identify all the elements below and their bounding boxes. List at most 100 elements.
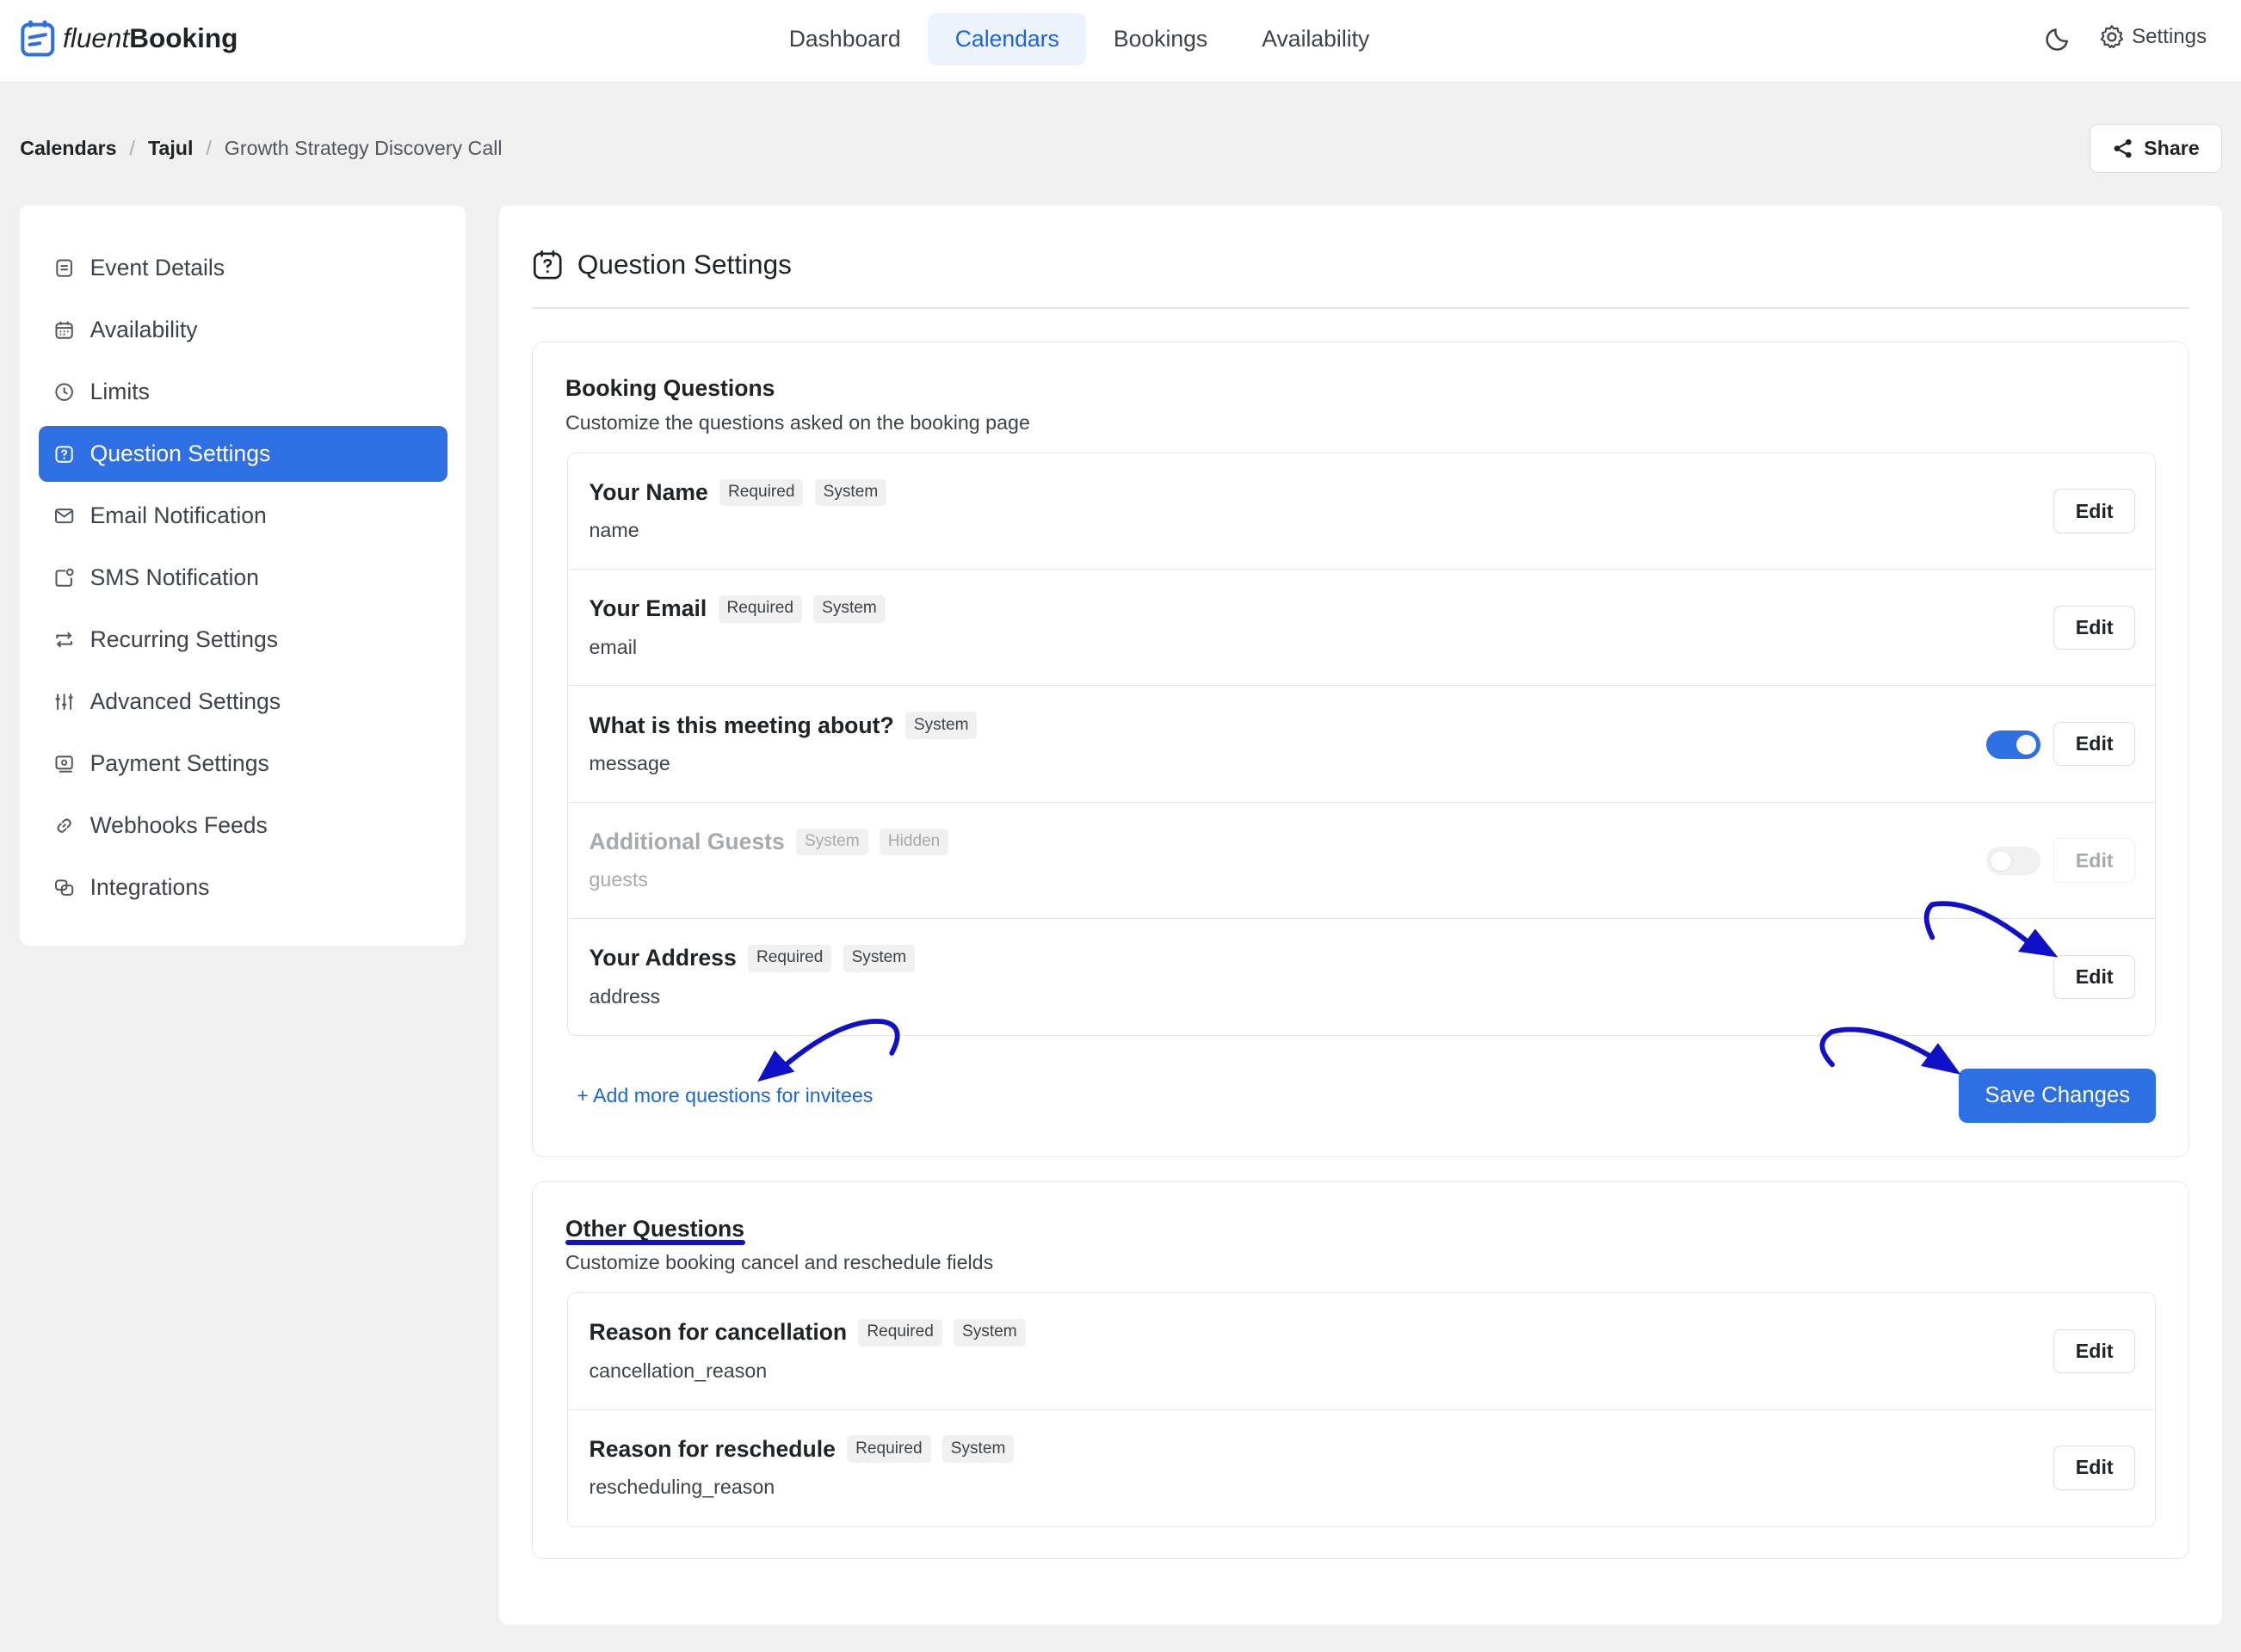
system-badge: System (813, 595, 886, 623)
breadcrumb-calendar-owner[interactable]: Tajul (148, 137, 194, 160)
sidebar-item-event-details[interactable]: Event Details (39, 240, 448, 296)
settings-link[interactable]: Settings (2099, 24, 2207, 50)
enable-toggle[interactable] (1986, 847, 2041, 876)
question-name: Reason for reschedule (589, 1435, 836, 1462)
header-divider (531, 307, 2190, 309)
question-title-group: Reason for reschedule Required System (589, 1435, 1026, 1464)
question-key: name (589, 519, 639, 542)
edit-button[interactable]: Edit (2053, 489, 2136, 533)
integrations-icon (55, 879, 74, 897)
question-name: What is this meeting about? (589, 712, 894, 738)
annotation-underline (565, 1239, 746, 1246)
sidebar-item-label: Recurring Settings (90, 626, 279, 653)
question-title-group: What is this meeting about? System (590, 712, 989, 739)
edit-button[interactable]: Edit (2053, 838, 2136, 883)
edit-button[interactable]: Edit (2053, 605, 2136, 650)
sidebar-item-payment-settings[interactable]: Payment Settings (39, 736, 448, 792)
mail-icon (55, 509, 74, 524)
question-title-group: Reason for cancellation Required System (590, 1319, 1037, 1347)
breadcrumb: Calendars / Tajul / Growth Strategy Disc… (20, 137, 502, 160)
required-badge: Required (719, 478, 804, 507)
system-badge: System (843, 945, 916, 972)
question-row-cancellation-reason: Reason for cancellation Required System … (567, 1293, 2156, 1410)
nav-calendars[interactable]: Calendars (928, 12, 1087, 66)
hidden-badge: Hidden (879, 828, 949, 856)
edit-button[interactable]: Edit (2053, 721, 2136, 767)
edit-button[interactable]: Edit (2053, 954, 2136, 1000)
sidebar-item-question-settings[interactable]: Question Settings (38, 426, 448, 482)
required-badge: Required (847, 1435, 931, 1464)
breadcrumb-current: Growth Strategy Discovery Call (224, 137, 503, 160)
sliders-icon (55, 693, 73, 710)
breadcrumb-separator: / (129, 137, 135, 160)
share-label: Share (2144, 137, 2200, 160)
question-title-group: Your Name Required System (589, 478, 898, 507)
logo[interactable]: fluentBooking (20, 19, 238, 59)
question-title-group: Additional Guests System Hidden (589, 828, 960, 856)
sidebar-item-label: Question Settings (90, 441, 271, 467)
booking-questions-card: Booking Questions Customize the question… (531, 341, 2190, 1158)
sidebar-item-label: Email Notification (90, 502, 267, 529)
toggle-knob (1991, 851, 2011, 872)
edit-button[interactable]: Edit (2053, 1446, 2136, 1490)
sidebar-item-label: Payment Settings (90, 750, 269, 777)
system-badge: System (954, 1319, 1026, 1347)
question-name: Additional Guests (589, 828, 785, 854)
question-key: email (589, 635, 638, 658)
system-badge: System (941, 1435, 1015, 1464)
payment-icon (55, 755, 73, 773)
sidebar-item-label: SMS Notification (90, 564, 259, 591)
sidebar-item-label: Availability (90, 316, 198, 342)
question-name: Your Address (589, 945, 737, 971)
share-button[interactable]: Share (2089, 124, 2223, 173)
question-row-additional-guests: Additional Guests System Hidden guests E… (567, 803, 2156, 920)
add-more-questions-link[interactable]: + Add more questions for invitees (577, 1084, 873, 1107)
nav-dashboard[interactable]: Dashboard (762, 13, 928, 65)
required-badge: Required (748, 945, 832, 972)
save-changes-button[interactable]: Save Changes (1959, 1068, 2157, 1123)
question-key: guests (589, 868, 648, 891)
page-title: Question Settings (577, 248, 792, 280)
sidebar-item-recurring-settings[interactable]: Recurring Settings (39, 612, 448, 668)
toggle-knob (2016, 734, 2037, 755)
sidebar-item-limits[interactable]: Limits (39, 364, 448, 420)
required-badge: Required (718, 595, 802, 623)
other-questions-subtitle: Customize booking cancel and reschedule … (565, 1251, 994, 1274)
sidebar-item-availability[interactable]: Availability (39, 302, 448, 358)
gear-icon (2100, 25, 2124, 49)
dark-mode-moon-icon[interactable] (2045, 23, 2073, 52)
question-row-your-name: Your Name Required System name Edit (567, 453, 2156, 570)
document-icon (56, 259, 72, 277)
question-key: rescheduling_reason (589, 1475, 775, 1498)
other-questions-list: Reason for cancellation Required System … (566, 1292, 2157, 1527)
breadcrumb-calendars[interactable]: Calendars (20, 137, 116, 160)
required-badge: Required (858, 1319, 942, 1347)
nav-availability[interactable]: Availability (1235, 13, 1397, 65)
booking-questions-title: Booking Questions (565, 375, 775, 402)
system-badge: System (904, 712, 978, 739)
sidebar-item-label: Webhooks Feeds (90, 812, 268, 839)
question-title-group: Your Address Required System (590, 945, 927, 972)
sidebar-item-email-notification[interactable]: Email Notification (39, 488, 448, 544)
system-badge: System (796, 828, 868, 856)
booking-questions-subtitle: Customize the questions asked on the boo… (565, 410, 1030, 434)
sidebar-item-webhooks-feeds[interactable]: Webhooks Feeds (39, 798, 448, 854)
question-row-reschedule-reason: Reason for reschedule Required System re… (568, 1410, 2156, 1526)
sidebar-item-advanced-settings[interactable]: Advanced Settings (39, 674, 448, 730)
sidebar-item-sms-notification[interactable]: SMS Notification (39, 550, 448, 606)
question-title-group: Your Email Required System (590, 595, 897, 623)
breadcrumb-separator: / (206, 137, 212, 160)
question-key: address (589, 984, 661, 1008)
question-name: Your Name (589, 478, 708, 505)
link-icon (57, 818, 71, 834)
booking-questions-list: Your Name Required System name Edit Your… (566, 452, 2157, 1037)
settings-sidebar: Event Details Availability Limits Questi… (20, 206, 466, 946)
question-icon (55, 446, 73, 463)
edit-button[interactable]: Edit (2053, 1328, 2136, 1374)
sidebar-item-integrations[interactable]: Integrations (39, 860, 448, 916)
enable-toggle[interactable] (1986, 730, 2041, 760)
nav-bookings[interactable]: Bookings (1086, 13, 1234, 65)
question-row-meeting-about: What is this meeting about? System messa… (567, 686, 2156, 803)
sidebar-item-label: Advanced Settings (90, 688, 281, 715)
page-header: Question Settings (532, 249, 792, 280)
